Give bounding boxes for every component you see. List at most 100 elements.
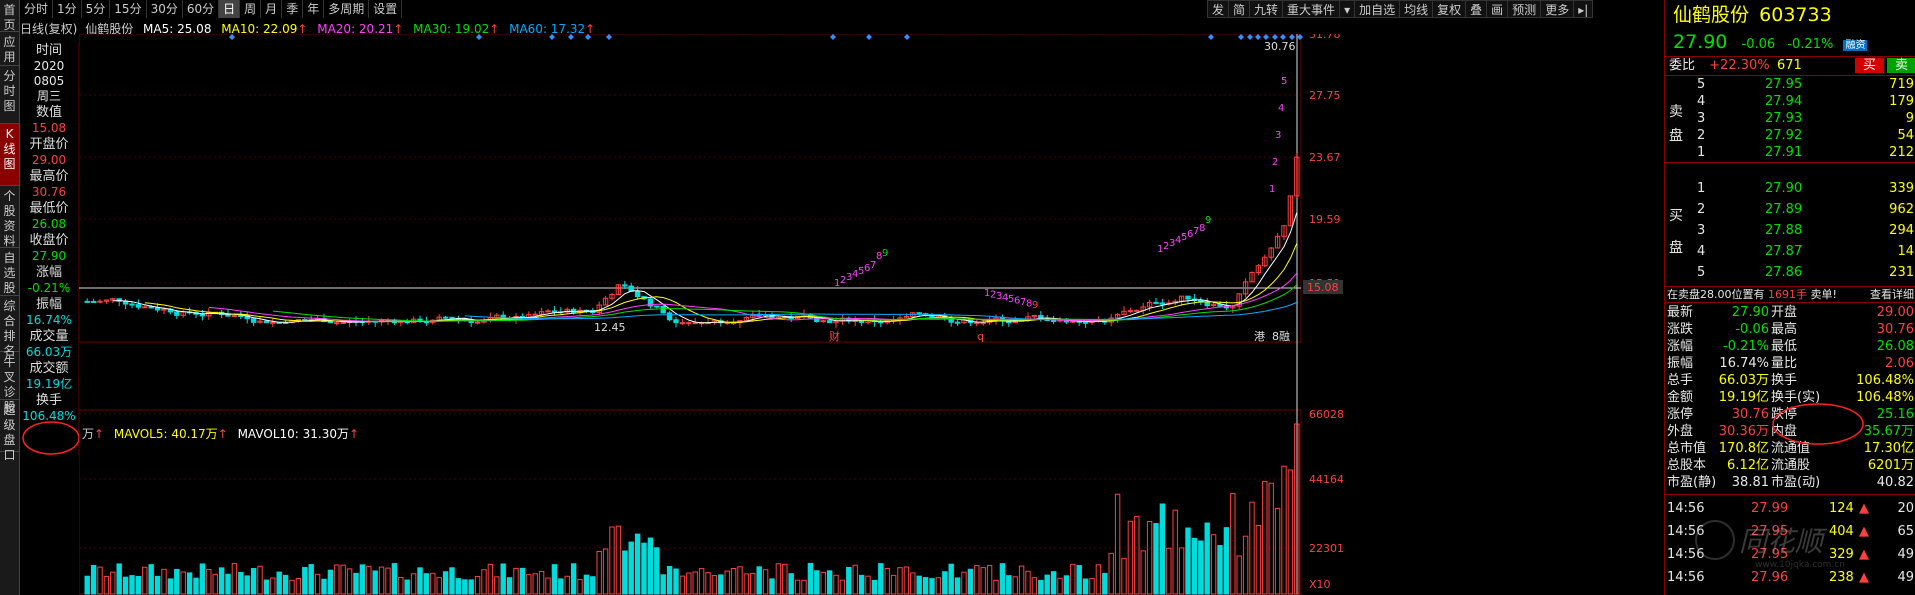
sell-level[interactable]: 5 27.95 719 (1665, 76, 1915, 93)
volume-bar (487, 563, 494, 595)
volume-bar (1076, 565, 1082, 595)
volume-bar (590, 576, 596, 595)
volume-bar (1166, 547, 1172, 595)
sell-level[interactable]: 2 27.92 54 (1665, 127, 1915, 144)
period-tab-7[interactable]: 周 (240, 0, 262, 18)
sell-level[interactable]: 4 27.94 179 (1665, 93, 1915, 110)
toolbar-btn-7[interactable]: 复权 (1432, 0, 1467, 18)
period-tab-9[interactable]: 季 (282, 0, 304, 18)
toolbar-btn-3[interactable]: 重大事件 (1282, 0, 1341, 18)
volume-bar (833, 574, 839, 595)
volume-bar (730, 567, 737, 595)
stats-row: 最新 27.90 开盘 29.00 (1665, 304, 1915, 321)
candle-body (673, 319, 679, 324)
toolbar-btn-4[interactable]: ▾ (1339, 0, 1356, 18)
toolbar-btn-1[interactable]: 简 (1228, 0, 1251, 18)
volume-bar (974, 565, 980, 595)
period-tab-2[interactable]: 5分 (82, 0, 111, 18)
volume-bar (666, 566, 673, 595)
period-tab-6[interactable]: 日 (219, 0, 241, 18)
marker-q: q (977, 330, 984, 343)
buy-level[interactable]: 3 27.88 294 (1665, 222, 1915, 239)
buy-button[interactable]: 买 (1855, 58, 1885, 73)
sell-level-price: 27.92 (1765, 128, 1803, 143)
toolbar-btn-10[interactable]: 预测 (1507, 0, 1542, 18)
volume-bar (583, 574, 590, 595)
vol-unit: 万 (82, 427, 95, 441)
buy-level[interactable]: 5 27.86 231 (1665, 264, 1915, 281)
volume-bar (449, 567, 455, 595)
buy-level-price: 27.89 (1765, 202, 1803, 217)
candle-body (135, 304, 142, 308)
period-tab-12[interactable]: 设置 (369, 0, 403, 18)
buy-level-vol: 339 (1889, 181, 1914, 196)
volume-bar (532, 573, 538, 595)
nav-kline[interactable]: K线图 (0, 124, 19, 186)
toolbar-btn-0[interactable]: 发 (1207, 0, 1230, 18)
toolbar-btn-8[interactable]: 叠 (1465, 0, 1488, 18)
volume-bar (935, 577, 942, 595)
order-detail-link[interactable]: 查看详细 (1870, 287, 1914, 303)
tick-vol: 124 (1829, 501, 1854, 516)
sell-level[interactable]: 1 27.91 212 (1665, 144, 1915, 161)
candle-body (142, 306, 148, 309)
quote-stock-name: 仙鹤股份 (1673, 4, 1750, 26)
volume-bar (820, 571, 826, 595)
period-tab-3[interactable]: 15分 (110, 0, 147, 18)
margin-tag: 融资 (1843, 40, 1868, 51)
period-tab-5[interactable]: 60分 (183, 0, 220, 18)
stat-label: 涨跌 (1667, 322, 1694, 337)
watermark-brand: 同花顺 (1738, 525, 1823, 558)
nav-watchlist[interactable]: 自选股 (0, 248, 19, 296)
period-tab-0[interactable]: 分时 (20, 0, 54, 18)
period-tab-10[interactable]: 年 (303, 0, 325, 18)
volume-bar (551, 564, 558, 595)
toolbar-btn-12[interactable]: ▸| (1573, 0, 1594, 18)
candle-body (161, 308, 167, 311)
volume-bar (1159, 503, 1166, 595)
volume-bar (1255, 524, 1262, 595)
volume-bar (705, 572, 711, 595)
volume-bar (494, 576, 500, 595)
volume-bar (263, 579, 270, 595)
nav-app[interactable]: 应用 (0, 32, 19, 66)
left-nav: 首页 应用 分时图 K线图 个股资料 自选股 综合排名 牛叉诊股 超级盘口 (0, 0, 20, 595)
volume-bar (1140, 550, 1146, 595)
volume-bar (1172, 509, 1178, 595)
kline-chart[interactable]: 31.7827.7523.6719.5915.5115.086602844164… (79, 34, 1664, 595)
volume-bar (801, 579, 807, 595)
volume-bar (871, 579, 878, 595)
stat-label: 涨停 (1667, 407, 1694, 422)
nav-rank[interactable]: 综合排名 (0, 296, 19, 358)
nav-l2[interactable]: 超级盘口 (0, 400, 19, 462)
toolbar-btn-2[interactable]: 九转 (1249, 0, 1284, 18)
toolbar-btn-6[interactable]: 均线 (1399, 0, 1434, 18)
buy-level[interactable]: 4 27.87 14 (1665, 243, 1915, 260)
price-axis-label: 23.67 (1309, 151, 1341, 164)
nav-intraday[interactable]: 分时图 (0, 66, 19, 124)
nav-profile[interactable]: 个股资料 (0, 186, 19, 248)
volume-bar (884, 567, 890, 595)
toolbar-btn-9[interactable]: 画 (1486, 0, 1509, 18)
stat-label: 总手 (1667, 373, 1694, 388)
period-tab-1[interactable]: 1分 (53, 0, 82, 18)
toolbar-btn-5[interactable]: 加自选 (1354, 0, 1401, 18)
sell-level[interactable]: 3 27.93 9 (1665, 110, 1915, 127)
stat-value: 35.67万 (1863, 424, 1914, 439)
side-char: 卖 (1669, 104, 1683, 120)
td-seq-up: 9 (882, 248, 888, 259)
toolbar-btn-11[interactable]: 更多 (1540, 0, 1575, 18)
sell-button[interactable]: 卖 (1887, 58, 1915, 73)
period-tab-11[interactable]: 多周期 (324, 0, 370, 18)
nav-home[interactable]: 首页 (0, 0, 19, 32)
volume-bar (718, 574, 724, 595)
stat-value: -0.06 (1735, 322, 1769, 337)
period-tab-8[interactable]: 月 (261, 0, 283, 18)
candle-body (334, 322, 340, 325)
event-marker-icon (568, 34, 574, 40)
period-tab-4[interactable]: 30分 (147, 0, 183, 18)
buy-level[interactable]: 2 27.89 962 (1665, 201, 1915, 218)
buy-level[interactable]: 1 27.90 339 (1665, 180, 1915, 197)
buy-level-price: 27.87 (1765, 244, 1803, 259)
nav-niuwen[interactable]: 牛叉诊股 (0, 352, 19, 414)
